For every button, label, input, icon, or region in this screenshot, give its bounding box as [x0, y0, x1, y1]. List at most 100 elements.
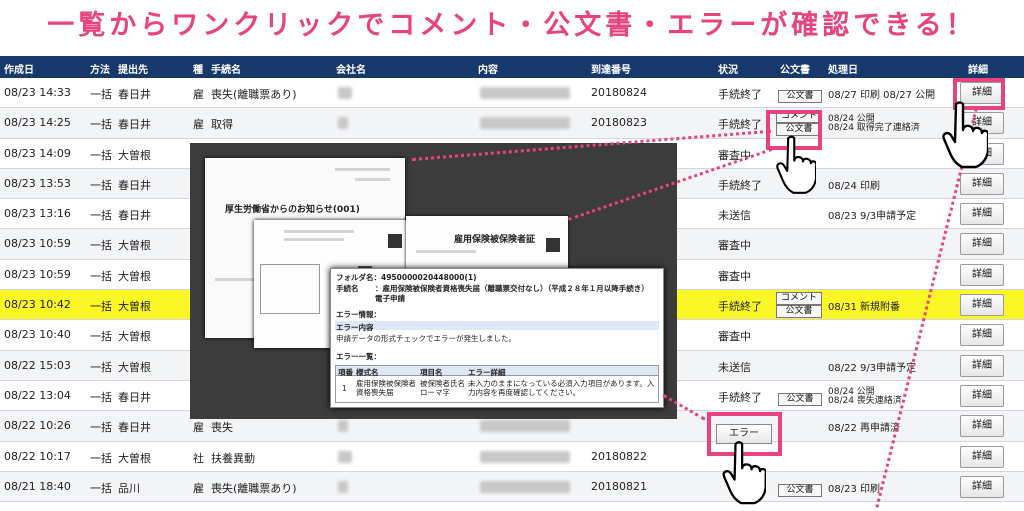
cell-type: 雇 — [193, 421, 204, 435]
cell-status: 未送信 — [718, 360, 751, 374]
cell-status: 手続終了 — [718, 390, 762, 404]
cell-type: 雇 — [193, 88, 204, 101]
comment-button[interactable]: コメント — [776, 292, 822, 306]
detail-button[interactable]: 詳細 — [960, 415, 1004, 438]
col-type[interactable]: 種 — [193, 61, 203, 76]
detail-button[interactable]: 詳細 — [960, 203, 1004, 226]
cell-status: 審査中 — [718, 330, 751, 344]
cell-office: 大曽根 — [118, 148, 151, 162]
error-content-label: エラー内容 — [336, 323, 374, 332]
redacted-content — [480, 87, 570, 99]
error-detail-text: 未入力のままになっている必須入力項目があります。入力内容を再度確認してください。 — [468, 379, 655, 397]
cell-arrival: 20180822 — [591, 449, 647, 463]
cell-status: 審査中 — [718, 269, 751, 283]
col-office[interactable]: 提出先 — [118, 61, 148, 76]
col-company[interactable]: 会社名 — [336, 61, 366, 76]
certificate-title: 雇用保険被保険者証 — [454, 235, 536, 245]
cell-method: 一括 — [90, 390, 112, 404]
cell-proc: 喪失(離職票あり) — [211, 481, 297, 495]
detail-button[interactable]: 詳細 — [960, 172, 1004, 195]
procedure-name: ：雇用保険被保険者資格喪失届（離職票交付なし）（平成２８年１月以降手続き） — [375, 284, 649, 293]
error-info-label: エラー情報： — [336, 310, 381, 319]
detail-button[interactable]: 詳細 — [960, 354, 1004, 377]
cell-method: 一括 — [90, 148, 112, 162]
col-arrival[interactable]: 到達番号 — [591, 61, 631, 76]
cell-date: 08/22 10:17 — [4, 449, 71, 463]
cell-office: 大曽根 — [118, 451, 151, 465]
detail-button[interactable]: 詳細 — [960, 384, 1004, 407]
error-form: 雇用保険被保険者資格喪失届 — [356, 379, 416, 397]
cell-status: 手続終了 — [718, 300, 762, 314]
cell-date: 08/21 18:40 — [4, 479, 71, 493]
official-doc-button[interactable]: 公文書 — [778, 483, 822, 497]
official-doc-button[interactable]: 公文書 — [778, 90, 822, 103]
cell-office: 春日井 — [118, 88, 151, 101]
cell-office: 春日井 — [118, 178, 151, 192]
col-doc[interactable]: 公文書 — [780, 61, 810, 76]
headline: 一覧からワンクリックでコメント・公文書・エラーが確認できる！ — [47, 10, 977, 41]
hand-pointer-icon — [942, 101, 988, 169]
cell-proc: 喪失 — [211, 421, 233, 435]
col-method[interactable]: 方法 — [90, 61, 110, 76]
redacted-company — [338, 117, 348, 130]
redacted-company — [338, 87, 352, 99]
detail-button[interactable]: 詳細 — [960, 324, 1004, 347]
official-doc-button[interactable]: 公文書 — [778, 392, 822, 406]
cell-date: 08/22 10:26 — [4, 419, 71, 433]
cell-method: 一括 — [90, 300, 112, 314]
table-header: 作成日 方法 提出先 種 手続名 会社名 内容 到達番号 状況 公文書 処理日 … — [0, 56, 1024, 78]
cell-notes: 08/23 9/3申請予定 — [828, 211, 917, 223]
cell-method: 一括 — [90, 178, 112, 192]
col-content[interactable]: 内容 — [478, 61, 498, 76]
detail-button[interactable]: 詳細 — [960, 294, 1004, 317]
cell-method: 一括 — [90, 209, 112, 223]
cell-office: 大曽根 — [118, 269, 151, 283]
table-row[interactable]: 08/22 10:17 一括 大曽根 社扶養異動 20180822 詳細 — [0, 441, 1024, 472]
error-list-label: エラー一覧： — [336, 352, 381, 361]
cell-office: 品川 — [118, 481, 140, 495]
col-notes[interactable]: 処理日 — [828, 61, 858, 76]
cell-notes: 08/31 新規附番 — [828, 302, 900, 314]
cell-date: 08/23 10:42 — [4, 298, 71, 312]
col-status[interactable]: 状況 — [718, 61, 738, 76]
cell-office: 大曽根 — [118, 330, 151, 344]
qr-code-icon — [388, 234, 402, 248]
detail-button[interactable]: 詳細 — [960, 475, 1004, 498]
cell-date: 08/23 10:59 — [4, 237, 71, 251]
col-date[interactable]: 作成日 — [4, 61, 34, 76]
procedure-mode: 電子申請 — [375, 294, 405, 303]
cell-method: 一括 — [90, 481, 112, 495]
official-doc-button[interactable]: 公文書 — [776, 305, 822, 319]
cell-method: 一括 — [90, 118, 112, 132]
cell-status: 手続終了 — [718, 118, 762, 132]
redacted-content — [480, 450, 570, 463]
col-proc[interactable]: 手続名 — [211, 61, 241, 76]
cell-notes: 08/22 再申請済 — [828, 423, 900, 435]
redacted-company — [338, 480, 348, 493]
cell-office: 春日井 — [118, 421, 151, 435]
hand-pointer-icon — [776, 135, 816, 194]
cell-status: 審査中 — [718, 239, 751, 253]
detail-button[interactable]: 詳細 — [960, 263, 1004, 286]
cell-date: 08/23 10:59 — [4, 267, 71, 281]
th-form: 様式名 — [356, 368, 379, 377]
redacted-content — [480, 117, 570, 130]
detail-button[interactable]: 詳細 — [960, 233, 1004, 256]
error-detail-panel: フォルダ名：4950000020448000(1) 手続名 ：雇用保険被保険者資… — [330, 268, 664, 408]
hand-pointer-icon — [722, 441, 766, 505]
detail-button[interactable]: 詳細 — [960, 445, 1004, 468]
cell-arrival: 20180821 — [591, 479, 647, 493]
cell-notes: 08/22 9/3申請予定 — [828, 362, 917, 374]
cell-method: 一括 — [90, 239, 112, 253]
cell-method: 一括 — [90, 330, 112, 344]
table-row[interactable]: 08/23 14:25 一括 春日井雇取得 20180823 手続終了 08/24 公開 0… — [0, 108, 1024, 139]
cell-office: 春日井 — [118, 118, 151, 132]
table-row[interactable]: 08/23 14:33 一括 春日井 雇喪失(離職票あり) 20180824 手続終了 08… — [0, 78, 1024, 109]
table-row[interactable]: 08/21 18:40 一括 品川 雇喪失(離職票あり) 20180821 08/23 印… — [0, 471, 1024, 503]
qr-code-icon — [546, 238, 560, 252]
procedure-label: 手続名 — [336, 284, 359, 293]
cell-proc: 取得 — [211, 118, 233, 132]
cell-notes-2: 08/24 喪失連絡済 — [828, 395, 902, 406]
cell-proc: 喪失(離職票あり) — [211, 88, 297, 101]
cell-date: 08/23 13:53 — [4, 176, 71, 190]
